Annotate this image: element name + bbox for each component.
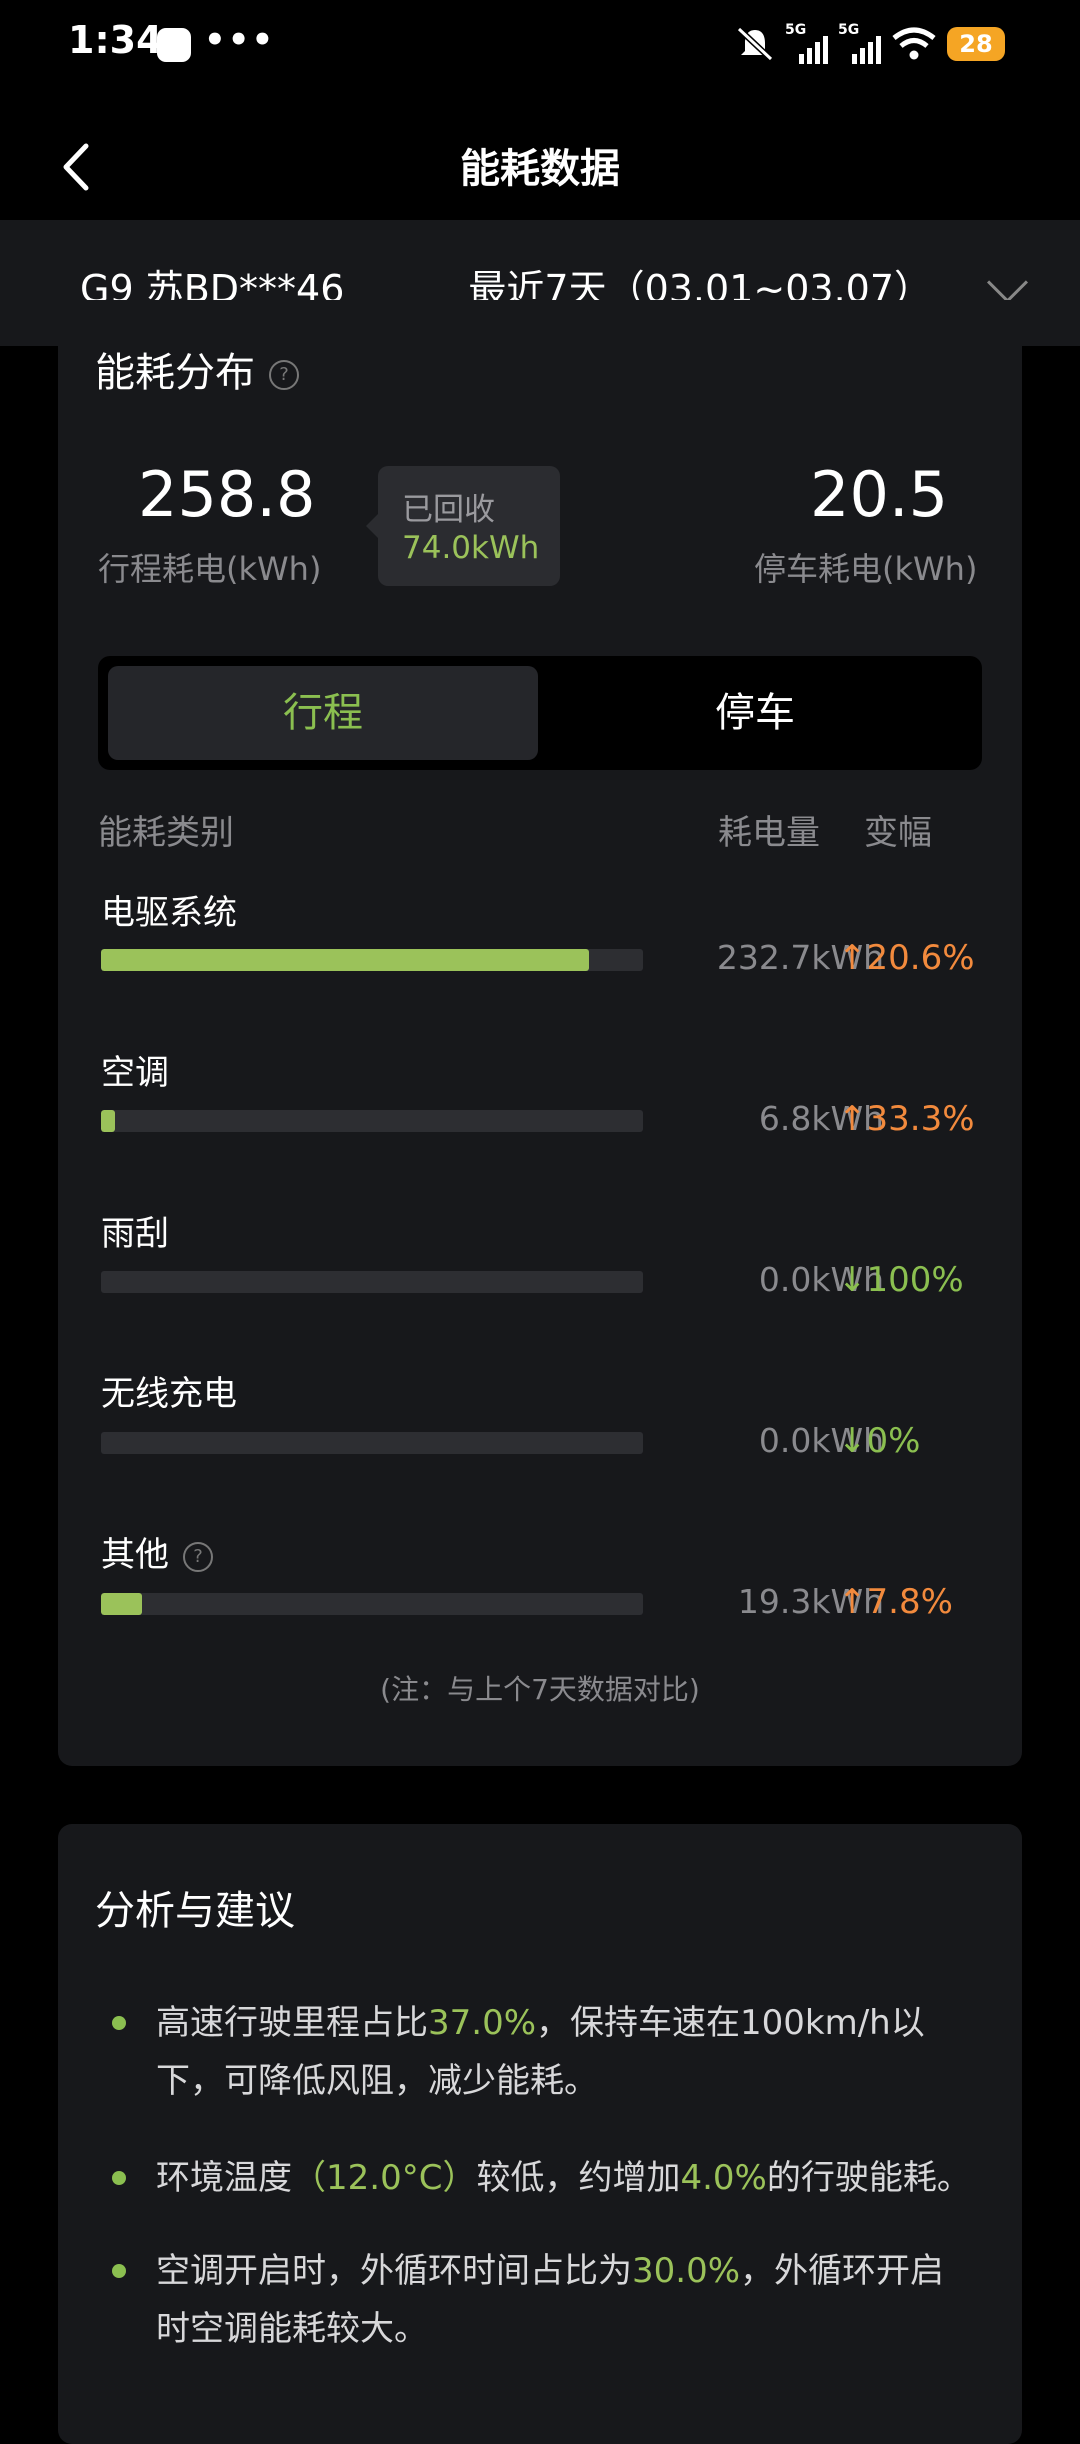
- tip-highlight: （12.0°C）: [292, 2158, 477, 2198]
- recovered-label: 已回收: [402, 492, 495, 528]
- analysis-title: 分析与建议: [95, 1888, 295, 1934]
- category-label: 空调: [101, 1053, 169, 1093]
- tip-text-part: 较低，约增加: [476, 2158, 681, 2198]
- tip-highlight: 37.0%: [428, 2003, 537, 2043]
- app-notification-icon: [157, 28, 191, 62]
- tip-highlight: 4.0%: [680, 2158, 767, 2198]
- battery-icon: 28: [947, 27, 1005, 61]
- tab-parking[interactable]: 停车: [538, 666, 972, 760]
- category-label: 无线充电: [101, 1374, 237, 1414]
- arrow-up-icon: ↑: [838, 938, 867, 978]
- category-label: 雨刮: [101, 1214, 169, 1254]
- column-change: 变幅: [864, 813, 932, 853]
- distribution-title-row: 能耗分布?: [95, 340, 299, 398]
- category-label: 电驱系统: [101, 893, 237, 933]
- change-rate: ↑20.6%: [838, 938, 975, 978]
- change-rate: ↓100%: [838, 1260, 964, 1300]
- distribution-title: 能耗分布: [95, 350, 255, 396]
- tip-text-part: 空调开启时，外循环时间占比为: [156, 2251, 632, 2291]
- status-icons: 5G 5G 28: [735, 22, 1005, 64]
- recovered-energy-tooltip: 已回收 74.0kWh: [366, 466, 560, 586]
- change-value: 0%: [866, 1421, 921, 1461]
- change-value: 7.8%: [866, 1582, 953, 1622]
- more-notifications-icon: •••: [204, 20, 276, 60]
- energy-bar: [101, 949, 643, 971]
- bullet-icon: [112, 2264, 126, 2278]
- page-title: 能耗数据: [460, 146, 620, 192]
- status-bar: 1:34 ••• 5G 5G 28: [0, 0, 1080, 90]
- tip-item: 环境温度（12.0°C）较低，约增加4.0%的行驶能耗。: [112, 2149, 972, 2207]
- trip-energy-value: 258.8: [138, 458, 316, 531]
- analysis-card: 分析与建议 高速行驶里程占比37.0%，保持车速在100km/h以下，可降低风阻…: [58, 1824, 1022, 2444]
- energy-distribution-card: 能耗分布? 258.8 行程耗电(kWh) 已回收 74.0kWh 20.5 停…: [58, 300, 1022, 1766]
- tip-text-part: 环境温度: [156, 2158, 292, 2198]
- chevron-down-icon[interactable]: [986, 261, 1029, 304]
- tip-text: 环境温度（12.0°C）较低，约增加4.0%的行驶能耗。: [156, 2149, 972, 2207]
- arrow-down-icon: ↓: [838, 1421, 867, 1461]
- tip-text: 高速行驶里程占比37.0%，保持车速在100km/h以下，可降低风阻，减少能耗。: [156, 1994, 972, 2110]
- tip-text-part: 的行驶能耗。: [766, 2158, 971, 2198]
- mute-icon: [736, 26, 774, 62]
- change-value: 33.3%: [866, 1099, 975, 1139]
- change-value: 100%: [866, 1260, 964, 1300]
- bullet-icon: [112, 2171, 126, 2185]
- tab-trip[interactable]: 行程: [108, 666, 538, 760]
- change-rate: ↑33.3%: [838, 1099, 975, 1139]
- tip-highlight: 30.0%: [632, 2251, 741, 2291]
- page-header: 能耗数据: [0, 118, 1080, 218]
- status-time: 1:34: [68, 18, 163, 62]
- tip-text-part: 高速行驶里程占比: [156, 2003, 428, 2043]
- tip-item: 高速行驶里程占比37.0%，保持车速在100km/h以下，可降低风阻，减少能耗。: [112, 1994, 972, 2110]
- trip-energy-label: 行程耗电(kWh): [98, 550, 322, 588]
- parking-energy-label: 停车耗电(kWh): [754, 550, 978, 588]
- arrow-down-icon: ↓: [838, 1260, 867, 1300]
- help-icon[interactable]: ?: [269, 360, 299, 390]
- change-rate: ↓0%: [838, 1421, 920, 1461]
- column-category: 能耗类别: [98, 813, 234, 853]
- category-label: 其他: [101, 1535, 169, 1575]
- arrow-up-icon: ↑: [838, 1582, 867, 1622]
- energy-bar-fill: [101, 949, 589, 971]
- category-label-row: 其他?: [101, 1527, 213, 1576]
- network-type-2: 5G: [838, 22, 860, 38]
- network-type-1: 5G: [785, 22, 807, 38]
- help-icon[interactable]: ?: [183, 1541, 213, 1572]
- bullet-icon: [112, 2016, 126, 2030]
- energy-bar: [101, 1271, 643, 1293]
- change-value: 20.6%: [866, 938, 975, 978]
- energy-bar-fill: [101, 1110, 116, 1132]
- energy-bar-fill: [101, 1593, 142, 1615]
- signal-icon: 5G: [785, 22, 828, 64]
- column-amount: 耗电量: [718, 813, 820, 853]
- energy-bar: [101, 1432, 643, 1454]
- wifi-icon: [892, 27, 936, 60]
- tip-item: 空调开启时，外循环时间占比为30.0%，外循环开启时空调能耗较大。: [112, 2242, 972, 2358]
- energy-bar: [101, 1110, 643, 1132]
- energy-bar: [101, 1593, 643, 1615]
- trip-parking-toggle: 行程 停车: [98, 656, 982, 770]
- change-rate: ↑7.8%: [838, 1582, 953, 1622]
- comparison-note: (注：与上个7天数据对比): [380, 1673, 700, 1706]
- parking-energy-value: 20.5: [810, 458, 949, 531]
- recovered-value: 74.0kWh: [402, 530, 540, 566]
- signal-icon-2: 5G: [838, 22, 881, 64]
- arrow-up-icon: ↑: [838, 1099, 867, 1139]
- tip-text: 空调开启时，外循环时间占比为30.0%，外循环开启时空调能耗较大。: [156, 2242, 972, 2358]
